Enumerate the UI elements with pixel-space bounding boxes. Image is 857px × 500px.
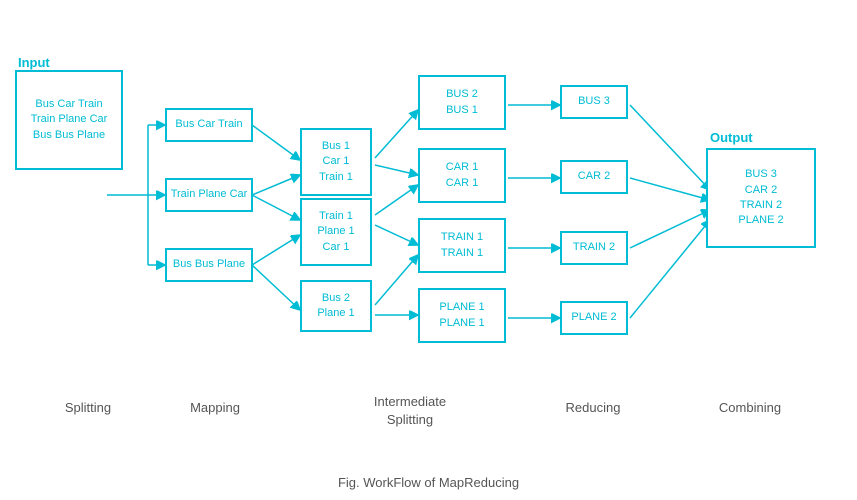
is2-node: CAR 1 CAR 1 (418, 148, 506, 203)
fig-label: Fig. WorkFlow of MapReducing (0, 475, 857, 490)
is1-node: BUS 2 BUS 1 (418, 75, 506, 130)
splitting-label: Splitting (48, 400, 128, 415)
inter1-node: Bus 1 Car 1 Train 1 (300, 128, 372, 196)
map1-node: Bus Car Train (165, 108, 253, 142)
is4-node: PLANE 1 PLANE 1 (418, 288, 506, 343)
red4-node: PLANE 2 (560, 301, 628, 335)
input-node: Bus Car Train Train Plane Car Bus Bus Pl… (15, 70, 123, 170)
input-label: Input (18, 55, 50, 70)
mapping-label: Mapping (175, 400, 255, 415)
red3-node: TRAIN 2 (560, 231, 628, 265)
map3-node: Bus Bus Plane (165, 248, 253, 282)
map2-node: Train Plane Car (165, 178, 253, 212)
output-label: Output (710, 130, 753, 145)
inter3-node: Bus 2 Plane 1 (300, 280, 372, 332)
combining-label: Combining (700, 400, 800, 415)
is3-node: TRAIN 1 TRAIN 1 (418, 218, 506, 273)
red2-node: CAR 2 (560, 160, 628, 194)
inter2-node: Train 1 Plane 1 Car 1 (300, 198, 372, 266)
diagram: Input Bus Car Train Train Plane Car Bus … (0, 0, 857, 460)
red1-node: BUS 3 (560, 85, 628, 119)
intermediate-label: IntermediateSplitting (355, 393, 465, 429)
output-node: BUS 3 CAR 2 TRAIN 2 PLANE 2 (706, 148, 816, 248)
reducing-label: Reducing (548, 400, 638, 415)
